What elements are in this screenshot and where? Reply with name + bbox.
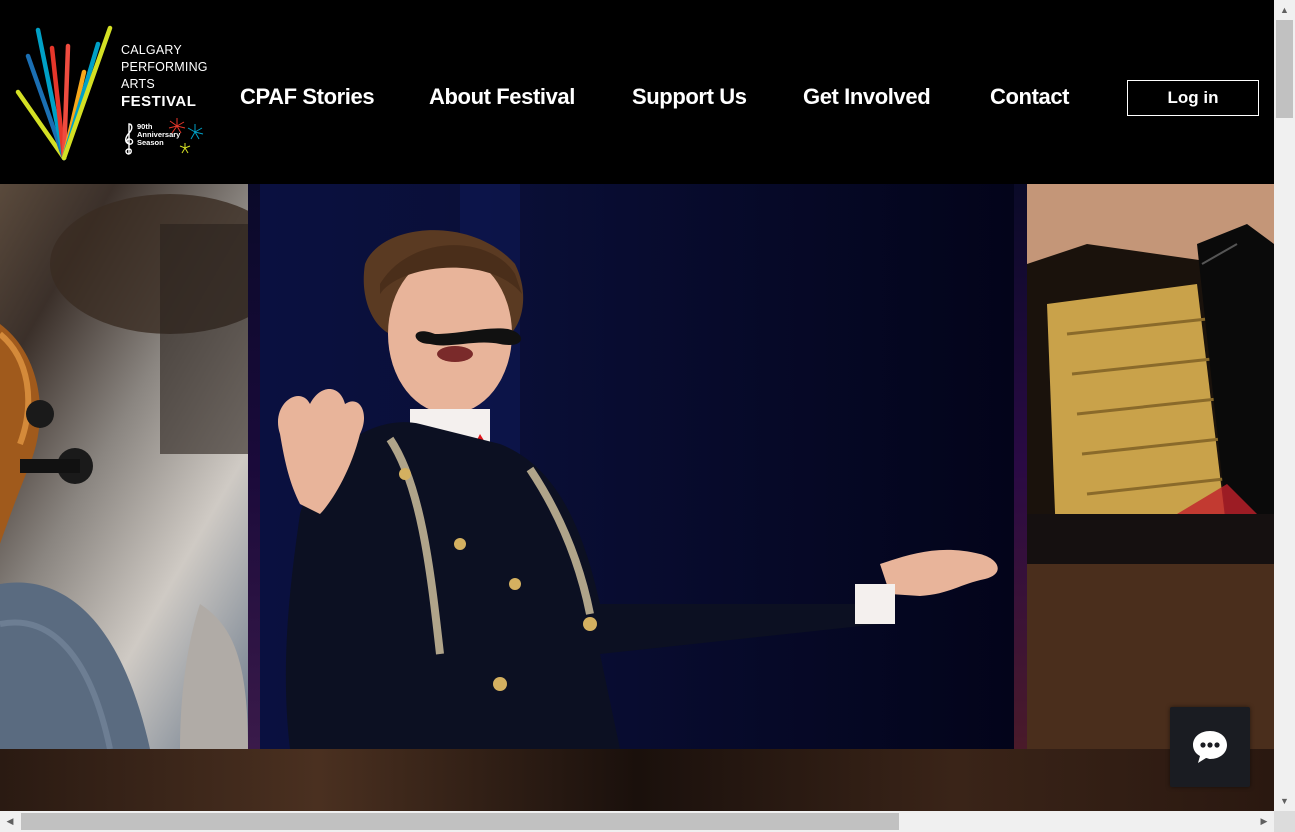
logo-wordmark: CALGARY PERFORMING ARTS FESTIVAL — [121, 42, 208, 110]
next-section-background — [0, 749, 1274, 811]
site-header: CALGARY PERFORMING ARTS FESTIVAL 90th An… — [0, 0, 1274, 184]
horizontal-scrollbar[interactable]: ◀ ▶ — [0, 811, 1274, 832]
cello-photo[interactable] — [0, 184, 248, 749]
piano-image — [1027, 184, 1274, 749]
anniversary-badge: 90th Anniversary Season — [121, 118, 206, 158]
nav-contact[interactable]: Contact — [990, 84, 1069, 110]
fireworks-icon — [168, 118, 204, 154]
chat-bubble-icon — [1193, 731, 1227, 763]
scroll-down-icon[interactable]: ▼ — [1274, 791, 1295, 811]
gallery-divider-right — [1014, 184, 1027, 749]
chat-button[interactable] — [1170, 707, 1250, 787]
nav-support-us[interactable]: Support Us — [632, 84, 747, 110]
logo-line-festival: FESTIVAL — [121, 93, 197, 110]
horizontal-scroll-thumb[interactable] — [21, 813, 899, 830]
cello-image — [0, 194, 248, 749]
photo-gallery — [0, 184, 1274, 749]
piano-photo[interactable] — [1027, 184, 1274, 749]
nav-about-festival[interactable]: About Festival — [429, 84, 575, 110]
logo-line-calgary: CALGARY — [121, 43, 182, 57]
login-button[interactable]: Log in — [1127, 80, 1259, 116]
fan-logo-icon — [15, 25, 113, 161]
scroll-right-icon[interactable]: ▶ — [1254, 811, 1274, 832]
nav-get-involved[interactable]: Get Involved — [803, 84, 931, 110]
logo-line-performing: PERFORMING — [121, 60, 208, 74]
performer-photo[interactable] — [260, 184, 1014, 749]
logo-line-arts: ARTS — [121, 77, 155, 91]
performer-image — [260, 184, 1014, 749]
site-logo[interactable]: CALGARY PERFORMING ARTS FESTIVAL 90th An… — [14, 22, 208, 164]
nav-cpaf-stories[interactable]: CPAF Stories — [240, 84, 375, 110]
gallery-divider-left — [248, 184, 260, 749]
vertical-scroll-thumb[interactable] — [1276, 20, 1293, 118]
page: CALGARY PERFORMING ARTS FESTIVAL 90th An… — [0, 0, 1274, 811]
treble-clef-icon — [125, 123, 134, 155]
scroll-up-icon[interactable]: ▲ — [1274, 0, 1295, 20]
scroll-left-icon[interactable]: ◀ — [0, 811, 20, 832]
scrollbar-corner — [1274, 811, 1295, 832]
vertical-scrollbar[interactable]: ▲ ▼ — [1274, 0, 1295, 811]
